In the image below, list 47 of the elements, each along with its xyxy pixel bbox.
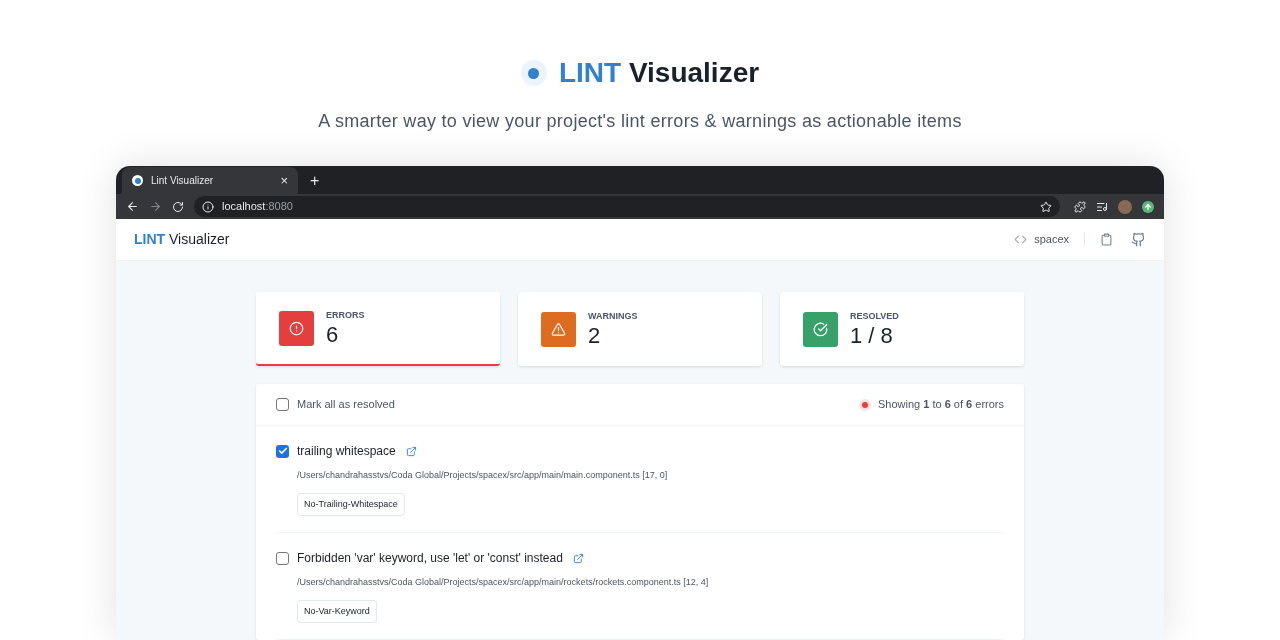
check-circle-icon [813, 321, 828, 337]
stat-label: ERRORS [326, 309, 365, 323]
checkbox[interactable] [276, 444, 289, 458]
file-path: /Users/chandrahasstvs/Coda Global/Projects/spacex/src/app/main/rockets/rockets.component.ts [12, 4] [297, 576, 710, 589]
project-name: spacex [1034, 232, 1069, 248]
avatar[interactable] [1118, 199, 1132, 214]
status-dot-icon [859, 398, 871, 411]
back-icon[interactable] [126, 200, 139, 214]
showing-count: Showing 1 to 6 of 6 errors [878, 397, 1004, 413]
favicon-icon [132, 175, 143, 187]
playlist-icon[interactable] [1096, 200, 1108, 213]
forward-icon[interactable] [149, 200, 162, 214]
url-text: localhost:8080 [222, 199, 294, 215]
github-icon[interactable] [1131, 231, 1146, 247]
info-icon [202, 200, 214, 213]
file-path: /Users/chandrahasstvs/Coda Global/Projects/spacex/src/app/main/main.component.ts [17, 0] [297, 469, 669, 482]
mark-all-label[interactable]: Mark all as resolved [297, 396, 395, 413]
browser-tab[interactable]: Lint Visualizer × [122, 167, 298, 195]
stat-card[interactable]: WARNINGS 2 [518, 292, 762, 366]
rule-tag: No-Trailing-Whitespace [297, 492, 405, 516]
tab-close-button[interactable]: × [280, 174, 288, 188]
clipboard-icon[interactable] [1100, 232, 1113, 246]
external-link-icon[interactable] [405, 445, 417, 457]
issue-message: Forbidden 'var' keyword, use 'let' or 'const' instead [297, 550, 563, 567]
stat-value: 2 [588, 323, 602, 348]
new-tab-button[interactable]: + [310, 173, 320, 190]
puzzle-icon[interactable] [1074, 200, 1086, 213]
app-brand[interactable]: LINT Visualizer [134, 228, 230, 250]
issue-message: trailing whitespace [297, 443, 396, 460]
stat-value: 6 [326, 322, 340, 347]
stat-card[interactable]: ERRORS 6 [256, 292, 500, 366]
checkbox[interactable] [276, 551, 289, 565]
rule-tag: No-Var-Keyword [297, 599, 377, 623]
reload-icon[interactable] [172, 200, 184, 213]
stat-card[interactable]: RESOLVED 1 / 8 [780, 292, 1024, 366]
star-icon[interactable] [1040, 200, 1052, 213]
warning-triangle-icon [551, 321, 566, 337]
update-icon[interactable] [1142, 200, 1154, 213]
address-bar[interactable]: localhost:8080 [194, 196, 1060, 218]
stat-value: 1 / 8 [850, 323, 894, 348]
stat-label: WARNINGS [588, 310, 638, 324]
external-link-icon[interactable] [572, 552, 584, 564]
hero-subtitle: A smarter way to view your project's lint errors & warnings as actionable items [318, 110, 962, 133]
checkbox[interactable] [276, 398, 289, 411]
stat-label: RESOLVED [850, 310, 899, 324]
alert-circle-icon [289, 320, 304, 336]
hero-title: LINT Visualizer [558, 56, 760, 90]
